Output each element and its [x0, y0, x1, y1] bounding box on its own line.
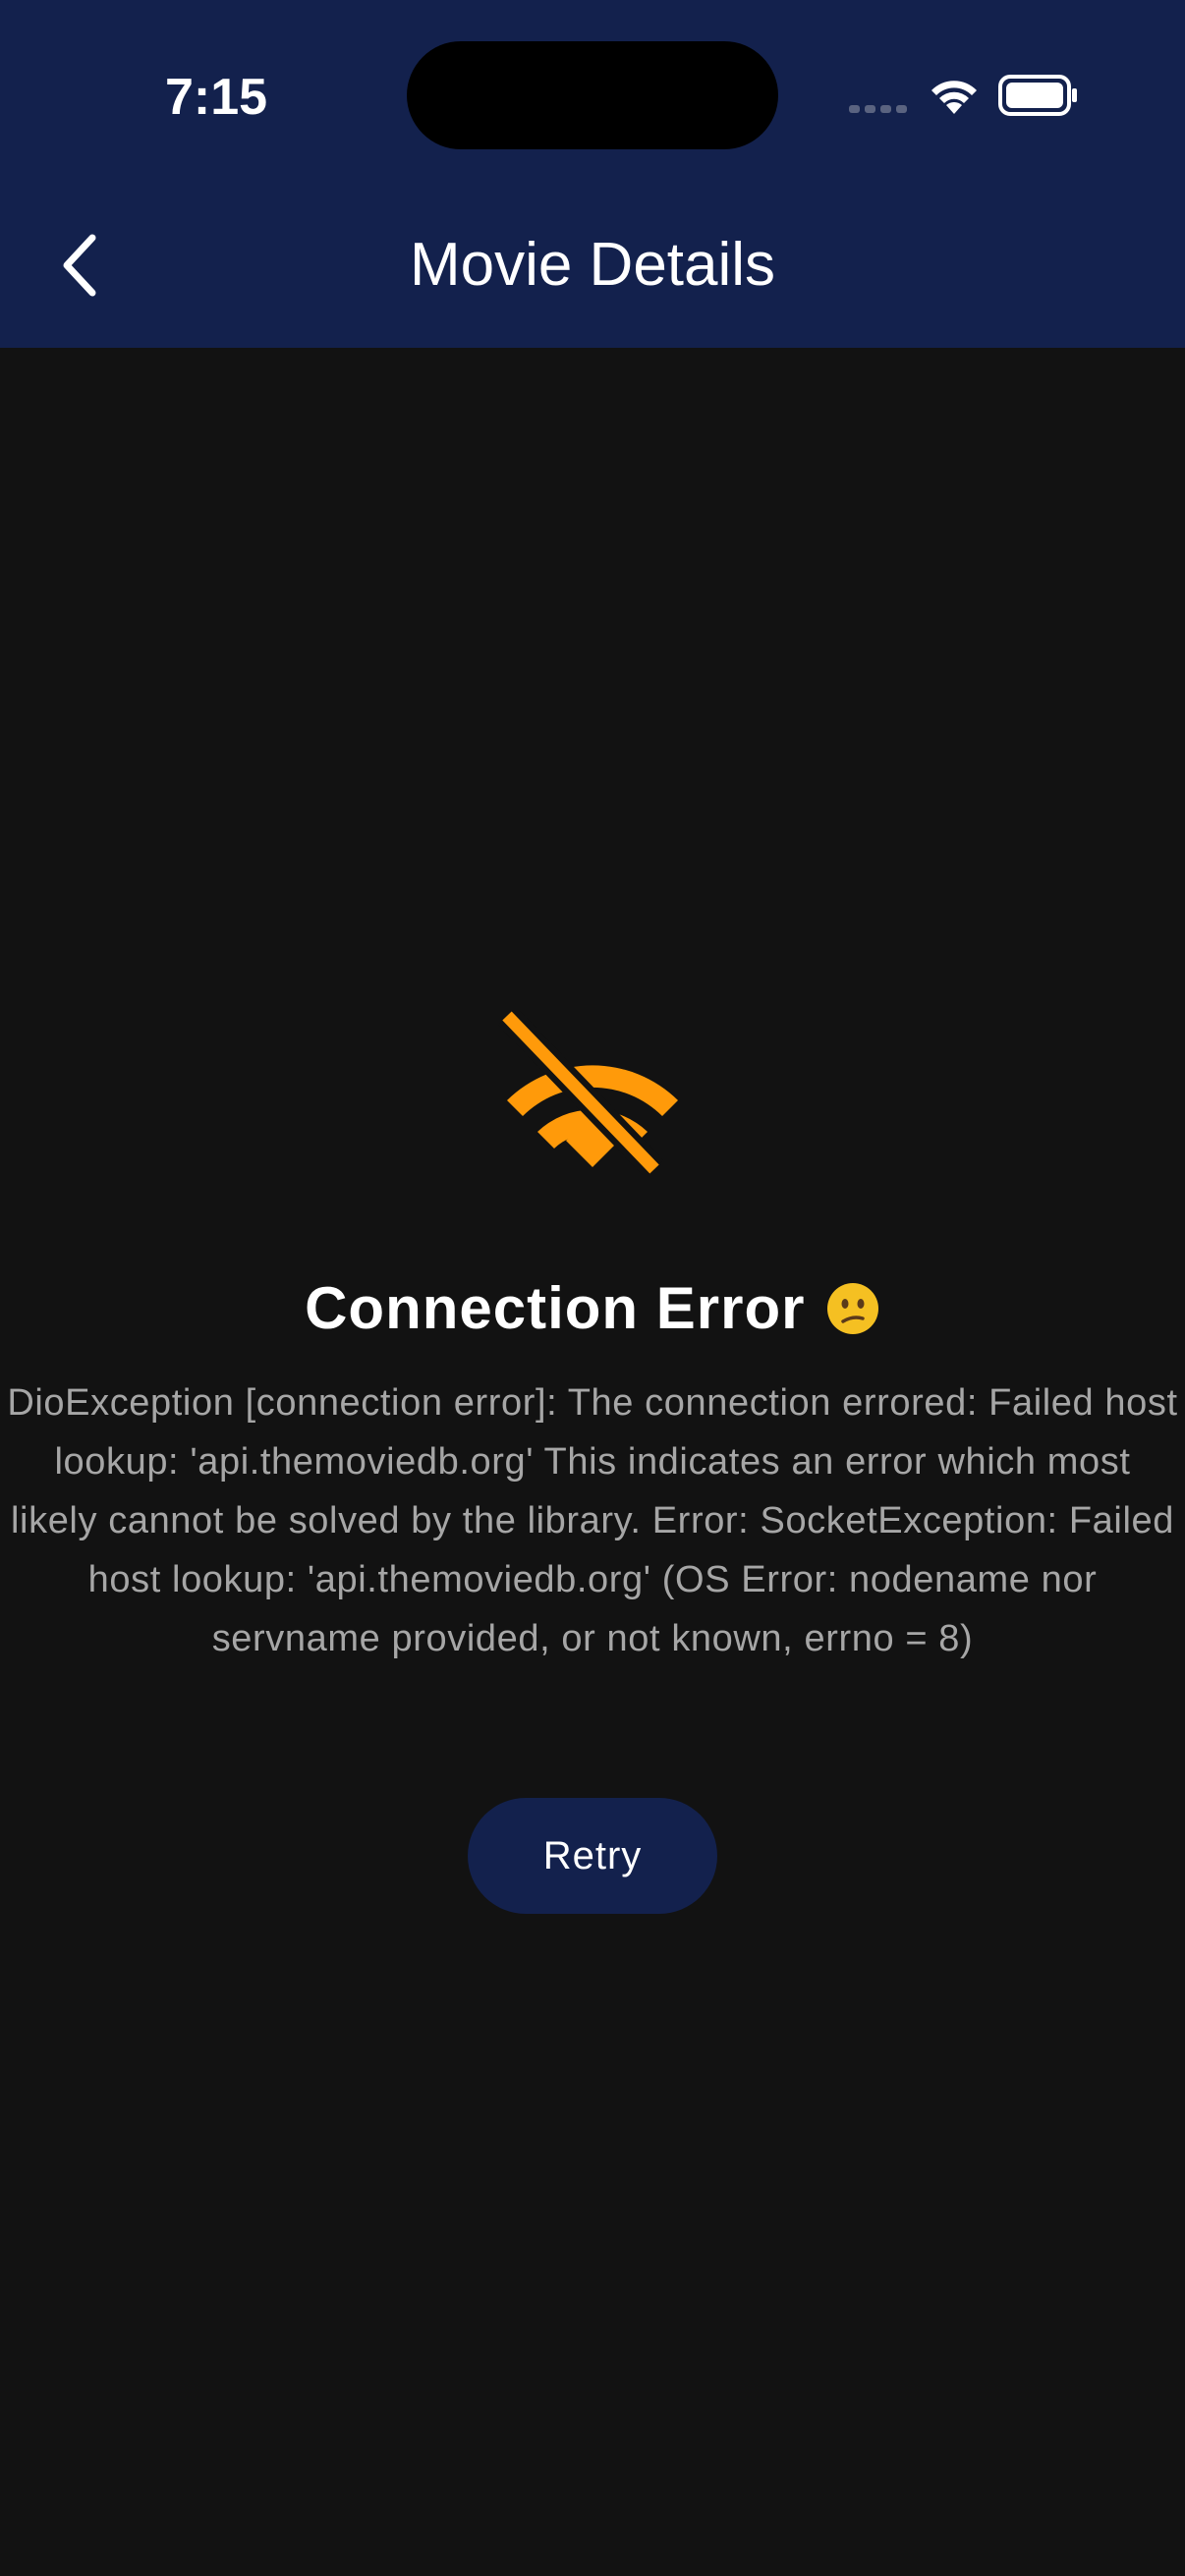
app-header: 7:15 Movie Details — [0, 0, 1185, 348]
error-message: DioException [connection error]: The con… — [7, 1382, 1178, 1659]
wifi-off-icon — [497, 1010, 678, 1175]
chevron-left-icon — [63, 234, 96, 297]
wifi-icon — [931, 81, 977, 114]
cellular-signal-icon — [849, 105, 907, 113]
movie-details-screen: 7:15 Movie Details Connection Error DioE… — [0, 0, 1185, 2576]
back-button[interactable] — [43, 218, 122, 312]
status-time: 7:15 — [164, 69, 268, 126]
error-title-row: Connection Error — [147, 1267, 1038, 1350]
dynamic-island — [407, 41, 778, 149]
confused-face-emoji — [826, 1283, 878, 1334]
page-title: Movie Details — [409, 231, 776, 299]
error-title: Connection Error — [305, 1275, 806, 1341]
battery-icon — [998, 75, 1077, 116]
retry-button[interactable]: Retry — [468, 1798, 717, 1914]
